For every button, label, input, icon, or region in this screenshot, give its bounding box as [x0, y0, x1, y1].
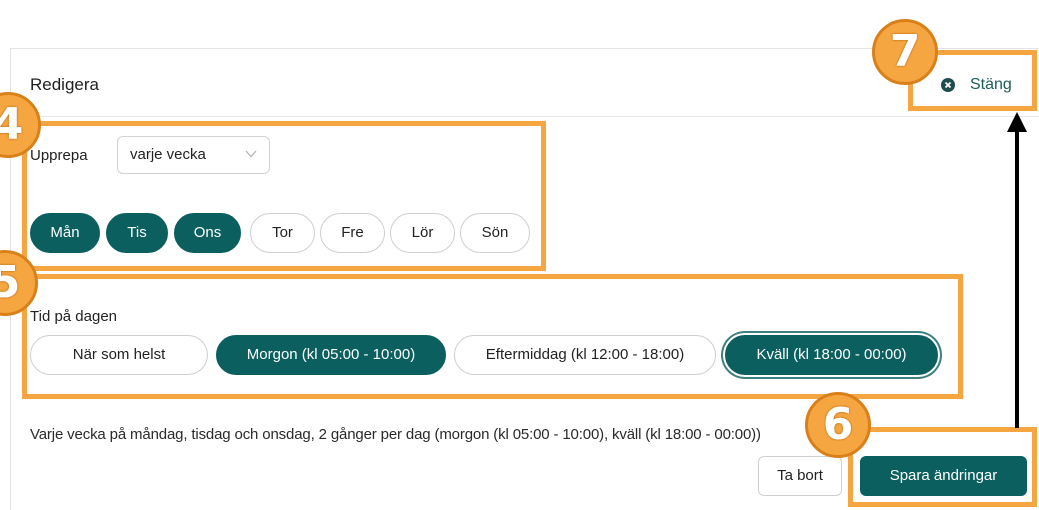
day-toggle-mon[interactable]: Mån [30, 213, 100, 253]
day-label: Tor [272, 224, 293, 241]
repeat-select[interactable]: varje vecka [117, 136, 270, 174]
chevron-down-icon [245, 150, 257, 158]
repeat-label: Upprepa [30, 147, 88, 164]
close-button[interactable]: Stäng [938, 72, 1030, 98]
arrow-head-icon [1007, 112, 1027, 132]
day-label: Lör [411, 224, 434, 241]
time-option-anytime[interactable]: När som helst [30, 335, 208, 375]
time-option-label: Morgon (kl 05:00 - 10:00) [246, 346, 416, 363]
repeat-select-value: varje vecka [130, 146, 206, 163]
day-toggle-tue[interactable]: Tis [106, 213, 168, 253]
day-label: Ons [193, 224, 222, 241]
time-option-afternoon[interactable]: Eftermiddag (kl 12:00 - 18:00) [454, 335, 716, 375]
day-label: Tis [127, 224, 147, 241]
day-toggle-thu[interactable]: Tor [250, 213, 315, 253]
time-of-day-label: Tid på dagen [30, 308, 118, 325]
close-label: Stäng [970, 76, 1012, 93]
day-toggle-sat[interactable]: Lör [390, 213, 455, 253]
arrow-up-icon [1015, 128, 1019, 428]
annotation-badge-6: 6 [805, 392, 871, 458]
day-label: Fre [341, 224, 364, 241]
delete-button[interactable]: Ta bort [758, 456, 842, 496]
day-label: Mån [50, 224, 80, 241]
close-circle-icon [941, 78, 955, 92]
day-label: Sön [481, 224, 509, 241]
time-option-evening[interactable]: Kväll (kl 18:00 - 00:00) [725, 335, 938, 375]
time-option-label: När som helst [72, 346, 166, 363]
panel-title: Redigera [30, 75, 99, 94]
schedule-summary: Varje vecka på måndag, tisdag och onsdag… [30, 426, 761, 443]
annotation-badge-7: 7 [872, 19, 938, 85]
time-option-morning[interactable]: Morgon (kl 05:00 - 10:00) [216, 335, 446, 375]
day-toggle-fri[interactable]: Fre [320, 213, 385, 253]
header-divider [10, 116, 1039, 117]
save-changes-button[interactable]: Spara ändringar [860, 456, 1027, 496]
day-toggle-sun[interactable]: Sön [460, 213, 530, 253]
time-option-label: Kväll (kl 18:00 - 00:00) [756, 346, 907, 363]
time-option-label: Eftermiddag (kl 12:00 - 18:00) [485, 346, 685, 363]
day-toggle-wed[interactable]: Ons [174, 213, 241, 253]
